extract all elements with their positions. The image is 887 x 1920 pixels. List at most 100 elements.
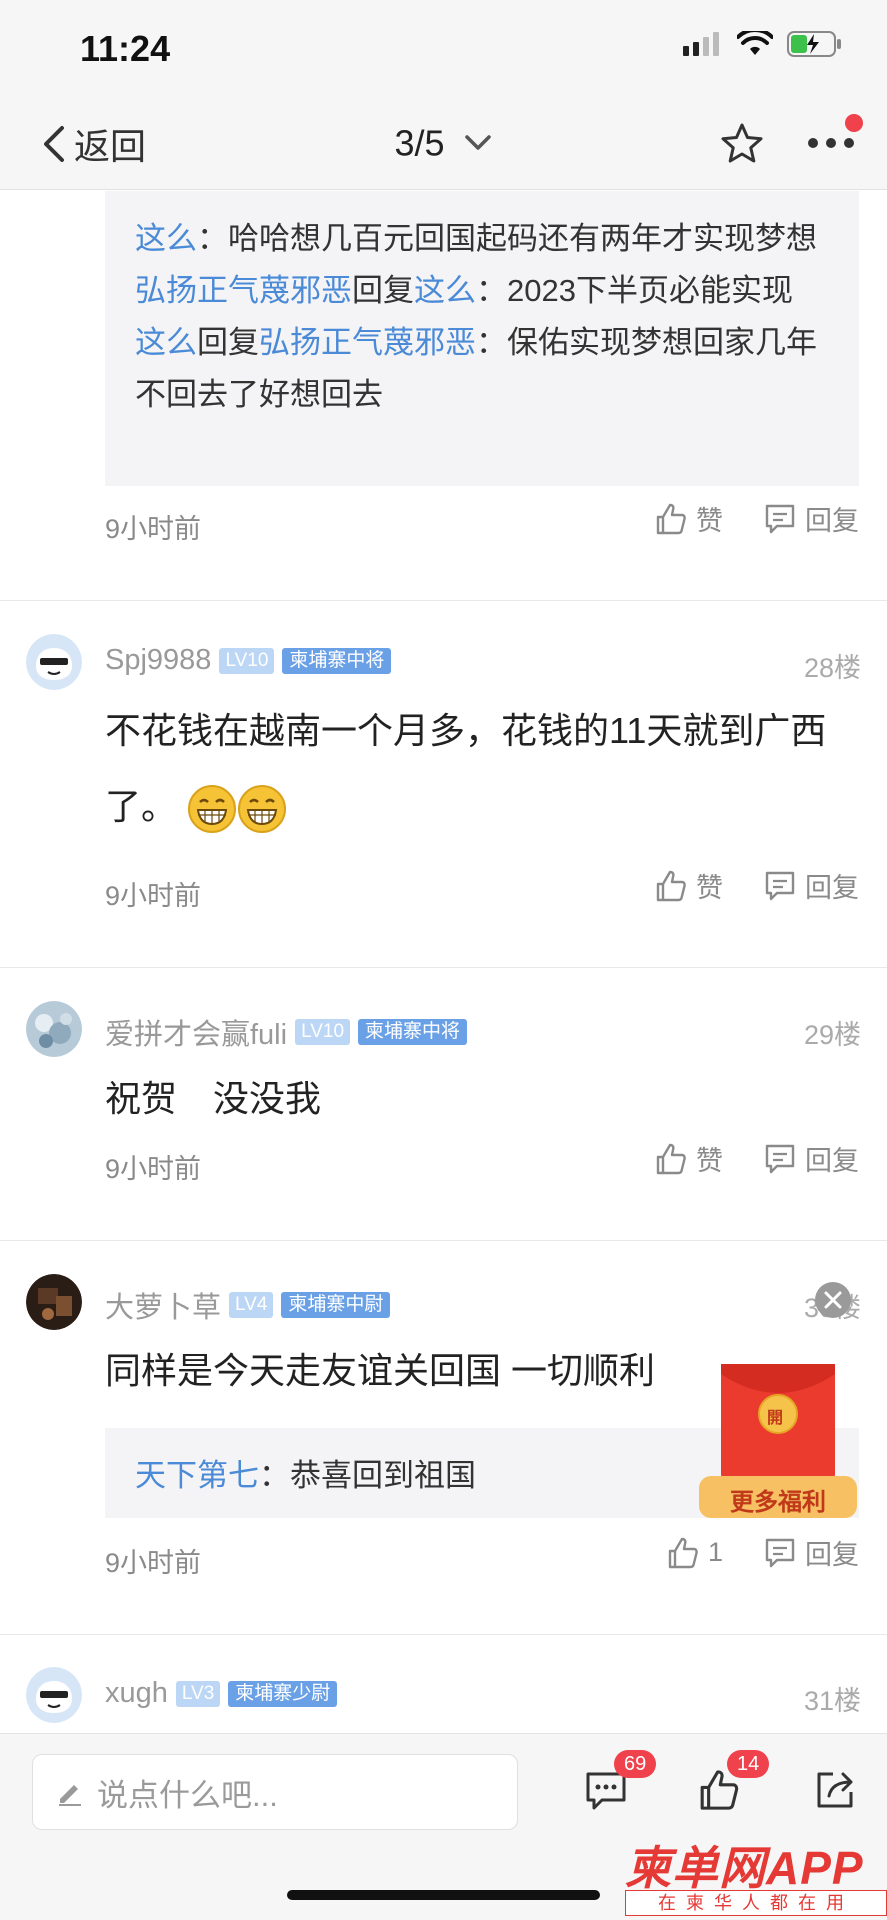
reply-word: 回复 [352,273,414,308]
divider [0,1240,887,1241]
rank-badge: 柬埔寨中将 [358,1019,468,1045]
home-indicator[interactable] [287,1890,600,1900]
wifi-icon [737,31,773,55]
app-watermark: 柬单网APP 在柬华人都在用 [625,1832,887,1920]
avatar[interactable] [26,1667,82,1723]
pencil-icon [59,1785,81,1806]
thumbs-up-icon [656,503,686,534]
reply-username[interactable]: 弘扬正气蔑邪恶 [135,273,352,308]
thumbs-up-icon [656,1143,686,1174]
more-button[interactable] [805,114,863,169]
divider [0,1634,887,1635]
divider [0,600,887,601]
reply-text: ：哈哈想几百元回国起码还有两年才实现梦想 [197,221,817,256]
level-badge: LV3 [175,1680,221,1707]
page-indicator-label: 3/5 [394,122,445,164]
comments-button[interactable]: 69 [584,1750,657,1817]
comment-meta: 9小时前 赞 回复 [105,499,859,549]
close-promo-button[interactable] [815,1282,851,1318]
reply-text: ：恭喜回到祖国 [259,1458,476,1493]
reply-target[interactable]: 这么 [414,273,476,308]
comment-body: 同样是今天走友谊关回国 一切顺利 [105,1350,656,1391]
level-badge: LV10 [295,1019,351,1045]
reply-button[interactable]: 回复 [763,866,859,905]
like-label: 赞 [696,1146,723,1176]
nav-actions [719,114,863,169]
reply-button[interactable]: 回复 [763,1533,859,1572]
comment-time: 9小时前 [105,1548,202,1578]
share-icon [817,1772,853,1808]
reply-label: 回复 [805,873,859,903]
level-badge: LV4 [229,1292,274,1318]
comment-text: 祝贺 没没我 [105,1061,859,1137]
reply-username[interactable]: 天下第七 [135,1458,259,1493]
reply-button[interactable]: 回复 [763,499,859,538]
status-bar: 11:24 [0,0,887,100]
watermark-subtitle: 在柬华人都在用 [625,1890,887,1916]
reply-label: 回复 [805,1540,859,1570]
like-count: 1 [707,1537,723,1567]
comment-icon [765,504,795,533]
comment-header: 大萝卜草 LV4 柬埔寨中尉 30楼 [26,1274,861,1334]
like-button[interactable]: 1 [666,1536,723,1570]
thumbs-up-icon [656,870,686,901]
comment-meta: 9小时前 赞 回复 [105,1139,859,1189]
reply-button[interactable]: 回复 [763,1139,859,1178]
thumbs-up-icon [668,1537,698,1568]
comment-icon [765,871,795,900]
reply-target[interactable]: 弘扬正气蔑邪恶 [259,325,476,360]
like-count-badge: 14 [727,1750,770,1778]
reply-username[interactable]: 这么 [135,325,197,360]
grin-emoji-icon [188,785,237,834]
like-button[interactable]: 赞 [654,866,723,905]
reply-label: 回复 [805,506,859,536]
reply-username[interactable]: 这么 [135,221,197,256]
floor-number: 28楼 [803,653,861,683]
chevron-down-icon [464,135,491,151]
reply-line[interactable]: 这么：哈哈想几百元回国起码还有两年才实现梦想 [135,213,829,265]
comment-meta: 9小时前 1 回复 [105,1533,859,1583]
comment-body: 祝贺 没没我 [105,1078,322,1119]
rank-badge: 柬埔寨中尉 [281,1292,391,1318]
comment-input[interactable]: 说点什么吧... [32,1754,518,1830]
level-badge: LV10 [219,647,275,674]
reply-label: 回复 [805,1146,859,1176]
status-icons [683,30,843,58]
floor-number: 29楼 [803,1020,861,1050]
battery-icon [787,31,841,57]
grin-emoji-icon [238,785,287,834]
notification-dot [845,114,863,132]
share-button[interactable] [813,1768,857,1817]
username[interactable]: 爱拼才会赢fuli [105,1011,287,1053]
reply-line[interactable]: 弘扬正气蔑邪恶回复这么：2023下半页必能实现 [135,265,829,317]
avatar[interactable] [26,634,82,690]
more-benefits-promo[interactable]: 開 更多福利 [697,1360,859,1520]
avatar[interactable] [26,1274,82,1330]
status-time: 11:24 [80,28,171,69]
close-icon [824,1291,842,1309]
like-button[interactable]: 赞 [654,1139,723,1178]
envelope-seal: 開 [767,1410,784,1427]
like-button[interactable]: 赞 [654,499,723,538]
reply-word: 回复 [197,325,259,360]
like-post-button[interactable]: 14 [697,1750,770,1817]
comment-text: 不花钱在越南一个月多，花钱的11天就到广西了。 [105,693,859,845]
rank-badge: 柬埔寨少尉 [228,1680,338,1707]
signal-icon [683,32,719,56]
reply-line[interactable]: 这么回复弘扬正气蔑邪恶：保佑实现梦想回家几年不回去了好想回去 [135,317,829,421]
comment-icon [765,1538,795,1567]
star-icon[interactable] [719,121,765,167]
comment-meta: 9小时前 赞 回复 [105,866,859,916]
watermark-title: 柬单网APP [625,1842,864,1894]
username[interactable]: Spj9988 [105,644,211,677]
more-benefits-label: 更多福利 [730,1489,826,1516]
username[interactable]: 大萝卜草 [105,1284,221,1326]
comment-input-placeholder: 说点什么吧... [97,1777,278,1813]
comment-count-badge: 69 [614,1750,657,1778]
divider [0,967,887,968]
username[interactable]: xugh [105,1677,168,1710]
avatar[interactable] [26,1001,82,1057]
reply-thread: 这么：哈哈想几百元回国起码还有两年才实现梦想 弘扬正气蔑邪恶回复这么：2023下… [105,191,859,486]
comment-header: xugh LV3 柬埔寨少尉 31楼 [26,1667,861,1727]
comment-time: 9小时前 [105,514,202,544]
